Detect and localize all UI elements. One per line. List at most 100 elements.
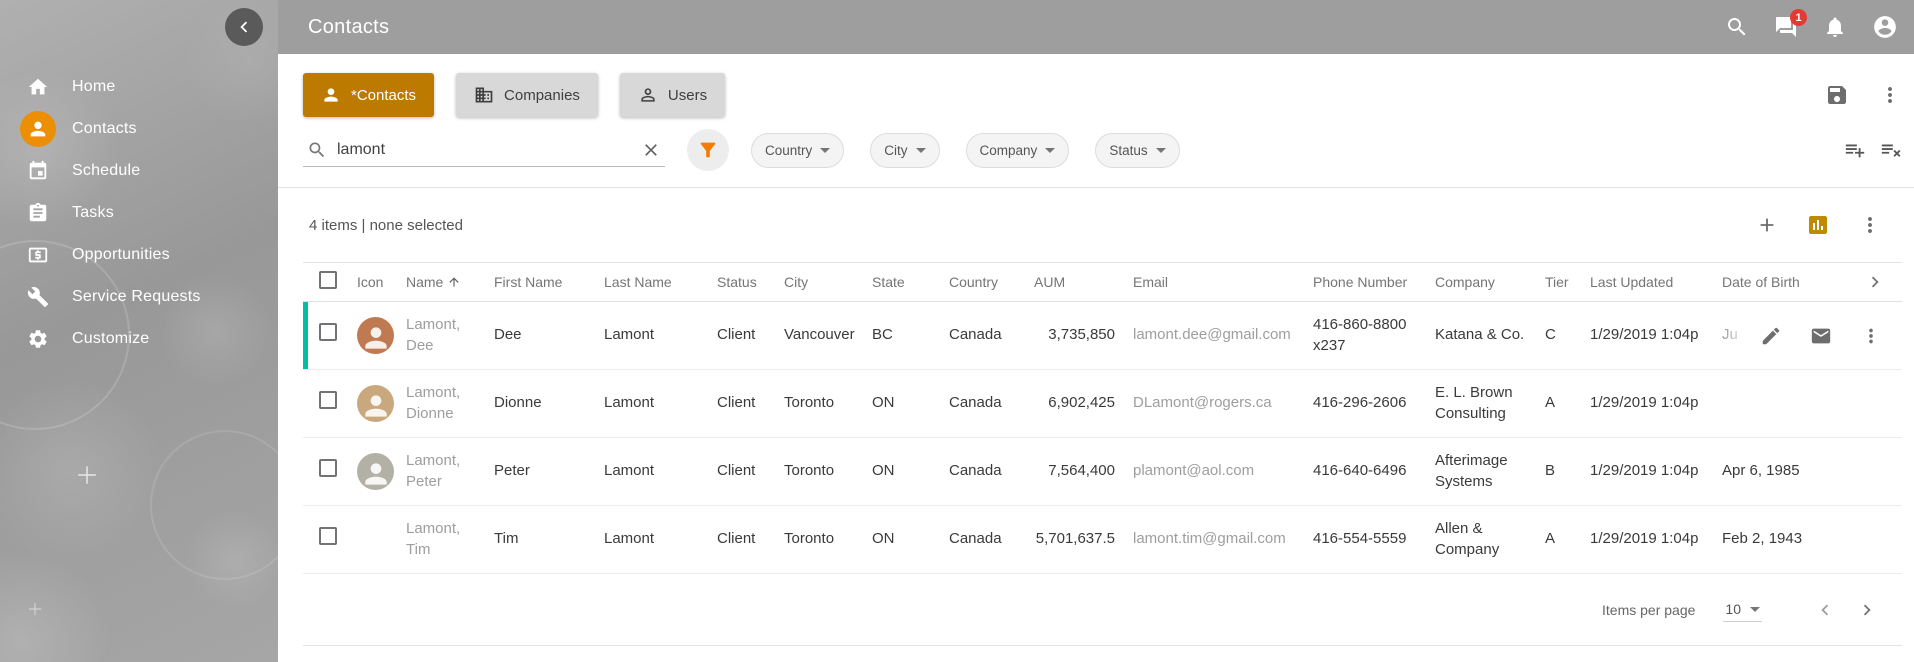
- sidebar-item-customize[interactable]: Customize: [0, 318, 278, 360]
- sidebar-item-service-requests[interactable]: Service Requests: [0, 276, 278, 318]
- items-per-page-value: 10: [1725, 601, 1741, 617]
- cell-country: Canada: [949, 393, 1034, 413]
- row-checkbox[interactable]: [319, 527, 337, 545]
- decor-sparkle: [29, 603, 42, 616]
- chevron-left-icon: [1814, 599, 1836, 621]
- row-menu-button[interactable]: [1860, 325, 1882, 347]
- filter-chip-label: Country: [765, 143, 812, 158]
- cell-aum: 5,701,637.5: [1034, 529, 1119, 549]
- sidebar-item-schedule[interactable]: Schedule: [0, 150, 278, 192]
- row-checkbox[interactable]: [319, 323, 337, 341]
- contacts-grid: 4 items | none selected: [303, 188, 1902, 662]
- tab-companies[interactable]: Companies: [456, 73, 598, 117]
- avatar: [357, 385, 394, 422]
- bar-chart-icon: [1806, 213, 1830, 237]
- cell-city: Toronto: [784, 461, 872, 481]
- column-header-icon[interactable]: Icon: [345, 273, 406, 292]
- items-per-page-select[interactable]: 10: [1723, 597, 1762, 622]
- sidebar-collapse-button[interactable]: [225, 8, 263, 46]
- previous-page-button[interactable]: [1804, 589, 1846, 631]
- sidebar-item-tasks[interactable]: Tasks: [0, 192, 278, 234]
- select-all-checkbox[interactable]: [319, 271, 337, 289]
- tab-contacts[interactable]: *Contacts: [303, 73, 434, 117]
- sidebar-item-contacts[interactable]: Contacts: [0, 108, 278, 150]
- cell-last-name: Lamont: [604, 529, 717, 549]
- playlist-remove-icon: [1880, 139, 1902, 161]
- global-search-button[interactable]: [1725, 15, 1749, 39]
- column-header-city[interactable]: City: [784, 273, 872, 292]
- column-header-email[interactable]: Email: [1119, 273, 1313, 292]
- chart-view-button[interactable]: [1806, 213, 1830, 237]
- cell-country: Canada: [949, 461, 1034, 481]
- filter-button[interactable]: [687, 129, 729, 171]
- tab-users[interactable]: Users: [620, 73, 725, 117]
- table-header: Icon Name First Name Last Name Status Ci…: [303, 262, 1902, 302]
- column-header-aum[interactable]: AUM: [1034, 273, 1119, 292]
- email-button[interactable]: [1810, 325, 1832, 347]
- table-row[interactable]: Lamont, Peter Peter Lamont Client Toront…: [303, 438, 1902, 506]
- account-button[interactable]: [1872, 14, 1898, 40]
- filter-chip[interactable]: Company: [966, 133, 1070, 168]
- column-header-phone[interactable]: Phone Number: [1313, 273, 1435, 292]
- add-record-button[interactable]: [1756, 214, 1778, 236]
- sidebar-item-label: Opportunities: [72, 246, 170, 264]
- column-header-name[interactable]: Name: [406, 273, 494, 292]
- column-header-first-name[interactable]: First Name: [494, 273, 604, 292]
- cell-tier: B: [1545, 461, 1590, 481]
- column-header-status[interactable]: Status: [717, 273, 784, 292]
- sidebar-item-opportunities[interactable]: Opportunities: [0, 234, 278, 276]
- cell-last-updated: 1/29/2019 1:04p: [1590, 393, 1722, 413]
- filter-chip[interactable]: Status: [1095, 133, 1179, 168]
- row-checkbox[interactable]: [319, 459, 337, 477]
- add-to-list-button[interactable]: [1844, 139, 1866, 161]
- bell-icon: [1823, 15, 1847, 39]
- cell-last-name: Lamont: [604, 461, 717, 481]
- table-row[interactable]: Lamont, Tim Tim Lamont Client Toronto ON…: [303, 506, 1902, 574]
- tab-label: Users: [668, 87, 707, 104]
- column-header-country[interactable]: Country: [949, 273, 1034, 292]
- scroll-columns-right-button[interactable]: [1864, 271, 1886, 293]
- cell-city: Vancouver: [784, 325, 872, 345]
- column-header-state[interactable]: State: [872, 273, 949, 292]
- cell-tier: A: [1545, 393, 1590, 413]
- filter-chip-label: City: [884, 143, 907, 158]
- building-icon: [474, 85, 494, 105]
- messages-button[interactable]: 1: [1774, 15, 1798, 39]
- filter-chip[interactable]: Country: [751, 133, 844, 168]
- notifications-button[interactable]: [1823, 15, 1847, 39]
- chevron-left-icon: [233, 16, 255, 38]
- remove-from-list-button[interactable]: [1880, 139, 1902, 161]
- sidebar-item-label: Customize: [72, 330, 149, 348]
- view-menu-button[interactable]: [1878, 83, 1902, 107]
- sidebar-item-home[interactable]: Home: [0, 66, 278, 108]
- sidebar-item-label: Contacts: [72, 120, 137, 138]
- next-page-button[interactable]: [1846, 589, 1888, 631]
- edit-button[interactable]: [1760, 325, 1782, 347]
- table-row[interactable]: Lamont, Dionne Dionne Lamont Client Toro…: [303, 370, 1902, 438]
- cell-company: Allen & Company: [1435, 519, 1545, 560]
- row-actions: [1700, 302, 1902, 369]
- cell-email: DLamont@rogers.ca: [1119, 393, 1313, 413]
- column-header-last-name[interactable]: Last Name: [604, 273, 717, 292]
- search-input[interactable]: [337, 141, 631, 159]
- filter-chip[interactable]: City: [870, 133, 939, 168]
- column-header-tier[interactable]: Tier: [1545, 273, 1590, 292]
- cell-date-of-birth: Apr 6, 1985: [1722, 461, 1856, 481]
- filter-chip-label: Company: [980, 143, 1038, 158]
- cell-city: Toronto: [784, 529, 872, 549]
- column-header-date-of-birth[interactable]: Date of Birth: [1722, 273, 1856, 292]
- table-row[interactable]: Lamont, Dee Dee Lamont Client Vancouver …: [303, 302, 1902, 370]
- cell-company: Katana & Co.: [1435, 325, 1545, 345]
- cell-state: ON: [872, 461, 949, 481]
- save-view-button[interactable]: [1825, 83, 1849, 107]
- column-header-last-updated[interactable]: Last Updated: [1590, 273, 1722, 292]
- clear-search-button[interactable]: [641, 140, 661, 160]
- cell-country: Canada: [949, 529, 1034, 549]
- cell-date-of-birth: Feb 2, 1943: [1722, 529, 1856, 549]
- grid-menu-button[interactable]: [1858, 213, 1882, 237]
- row-checkbox[interactable]: [319, 391, 337, 409]
- topbar-actions: 1: [1725, 14, 1898, 40]
- cell-name: Lamont, Dionne: [406, 383, 494, 424]
- filter-chip-label: Status: [1109, 143, 1147, 158]
- column-header-company[interactable]: Company: [1435, 273, 1545, 292]
